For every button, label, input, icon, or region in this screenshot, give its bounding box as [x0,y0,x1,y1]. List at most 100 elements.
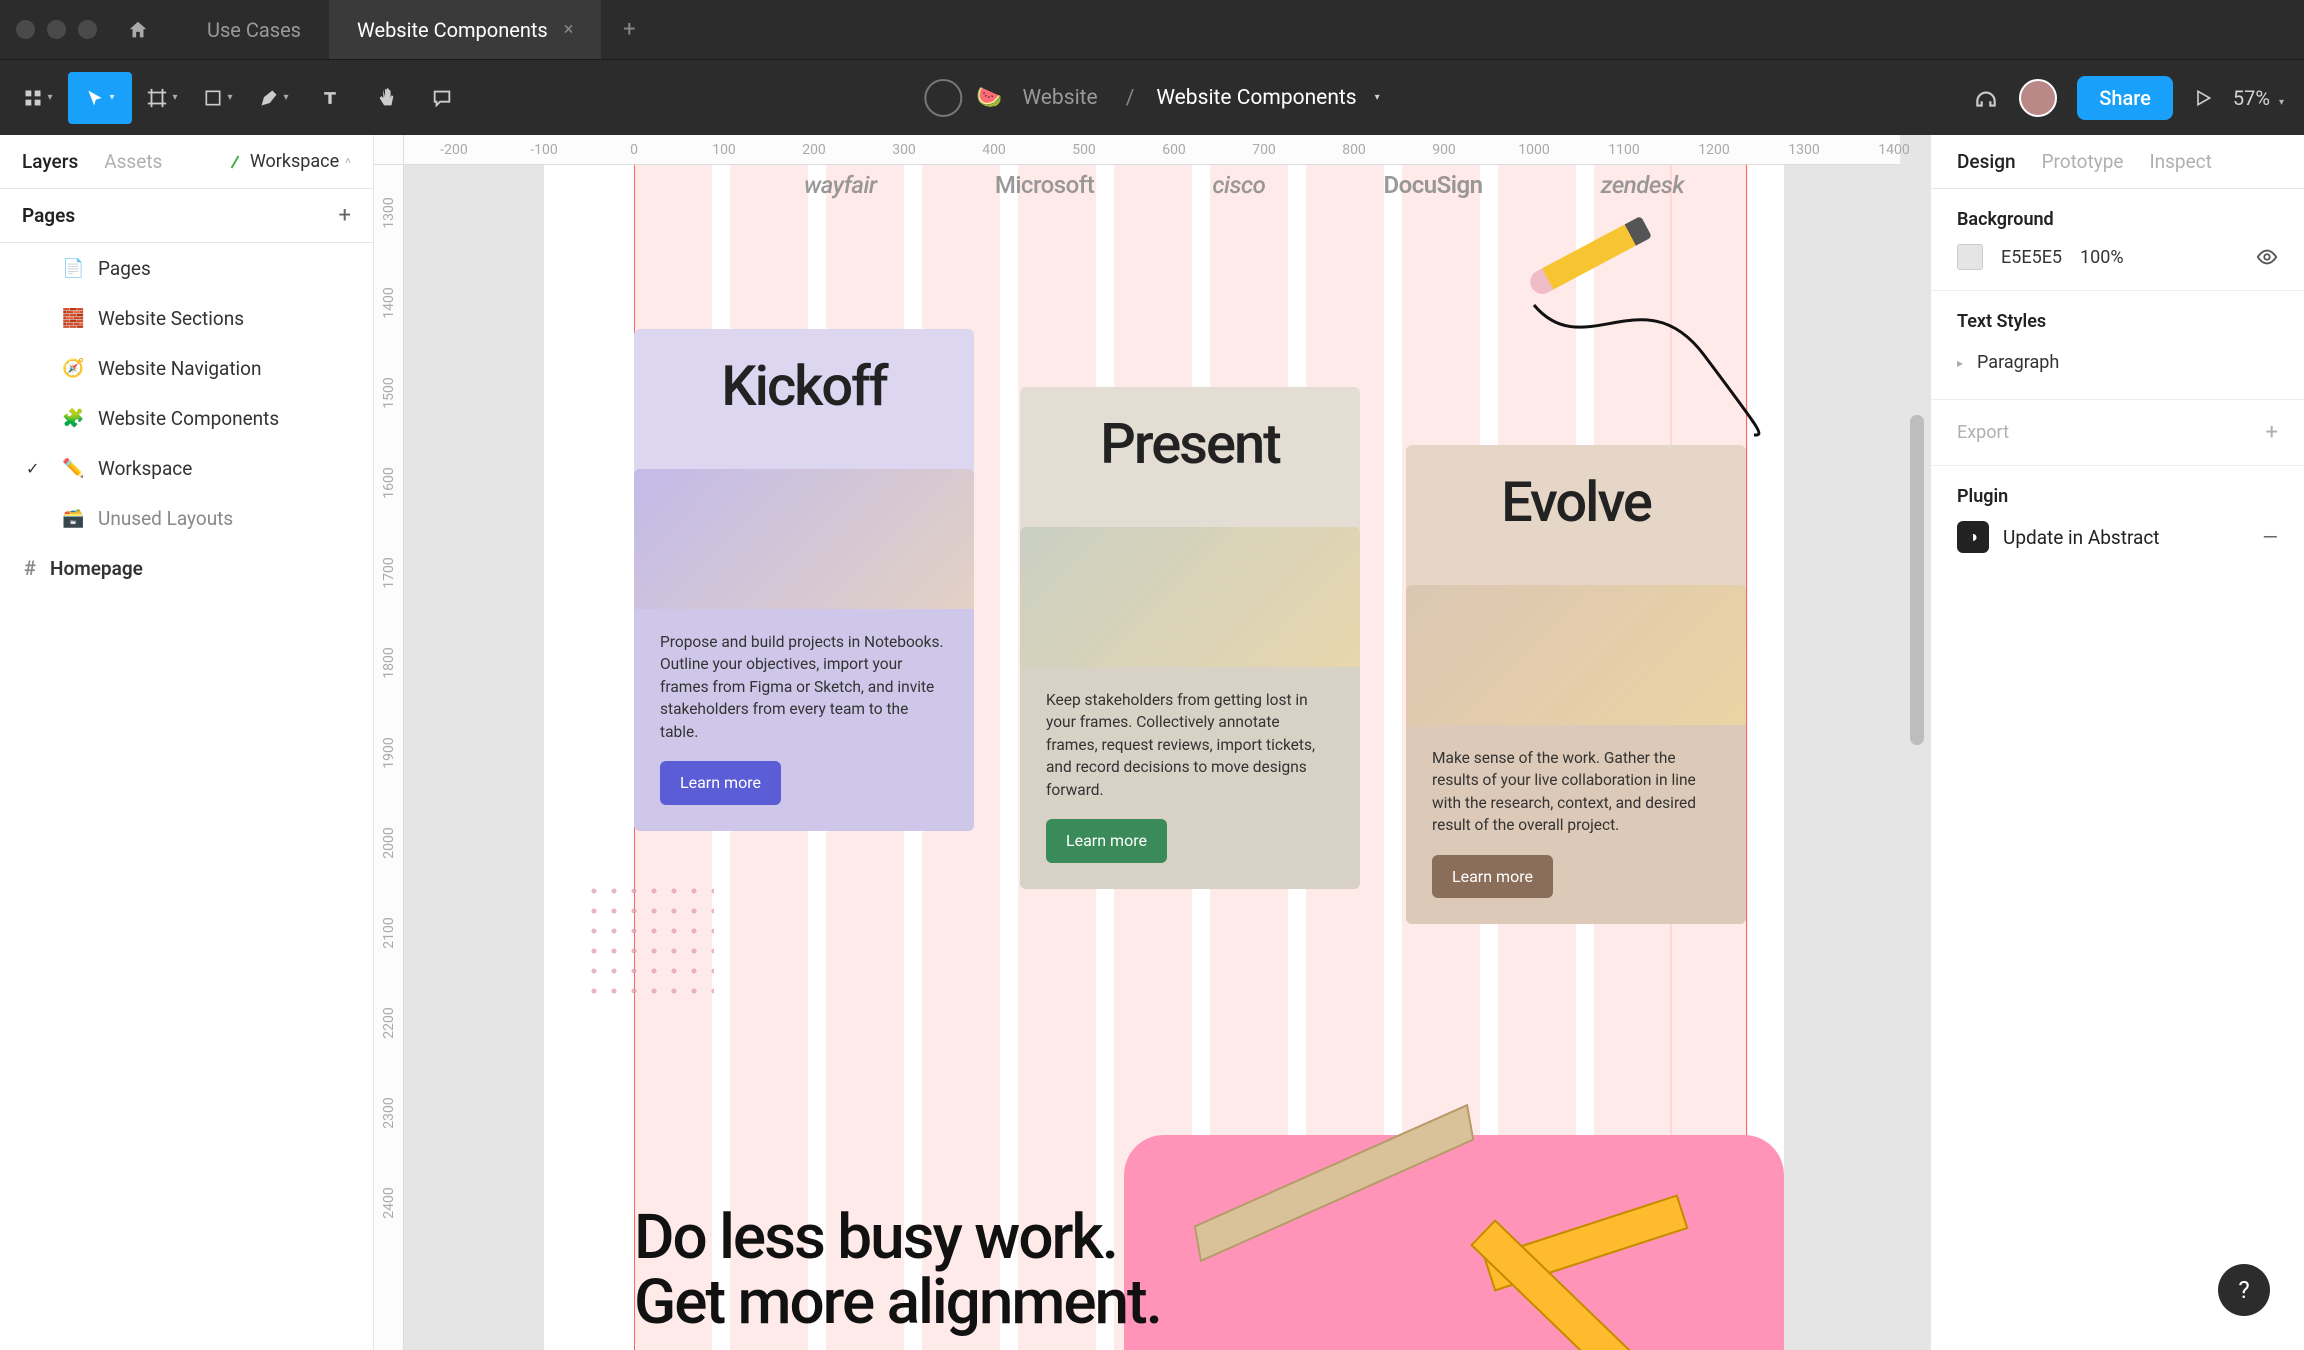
ruler-corner [374,135,404,165]
card-body: Make sense of the work. Gather the resul… [1432,747,1720,837]
logo-docusign: DocuSign [1384,171,1483,199]
titlebar: Use Cases Website Components × + [0,0,2304,59]
chevron-right-icon: ▸ [1957,356,1963,370]
artboard-homepage[interactable]: wayfair Microsoft cisco DocuSign zendesk… [544,165,1784,1350]
chevron-down-icon[interactable]: ▾ [1375,92,1380,103]
canvas[interactable]: -200 -100 0 100 200 300 400 500 600 700 … [374,135,1930,1350]
left-panel: Layers Assets Workspace ˄ Pages + 📄Pages… [0,135,374,1350]
user-avatar[interactable] [2019,79,2057,117]
chevron-down-icon: ▾ [109,92,114,103]
hero-section: Do less busy work. Get more alignment. T… [634,1205,1724,1335]
share-button[interactable]: Share [2077,76,2173,120]
close-icon[interactable]: × [564,19,574,40]
page-item[interactable]: 📄Pages [0,243,373,293]
logo-wayfair: wayfair [804,171,877,199]
breadcrumb: 🍉 Website / Website Components ▾ [924,79,1379,117]
page-item[interactable]: 🗃️Unused Layouts [0,493,373,543]
customer-logos-row: wayfair Microsoft cisco DocuSign zendesk [804,171,1684,199]
learn-more-button[interactable]: Learn more [1046,819,1167,862]
present-icon[interactable] [2193,88,2213,108]
pen-tool[interactable]: ▾ [248,72,300,124]
right-panel: Design Prototype Inspect Background E5E5… [1930,135,2304,1350]
abstract-icon: ◑ [1957,521,1989,553]
tab-website-components[interactable]: Website Components × [329,0,601,59]
plugin-item[interactable]: ◑ Update in Abstract — [1957,521,2278,553]
card-body: Keep stakeholders from getting lost in y… [1046,689,1334,801]
zoom-level[interactable]: 57% ▾ [2233,86,2294,110]
remove-plugin-button[interactable]: — [2262,525,2278,549]
window-controls[interactable] [16,20,97,39]
page-list: 📄Pages 🧱Website Sections 🧭Website Naviga… [0,243,373,593]
page-item[interactable]: 🧱Website Sections [0,293,373,343]
learn-more-button[interactable]: Learn more [1432,855,1553,898]
decoration-line [1524,285,1764,445]
traffic-minimize[interactable] [47,20,66,39]
move-tool[interactable]: ▾ [68,72,132,124]
audio-icon[interactable] [1973,85,1999,111]
visibility-toggle-icon[interactable] [2256,246,2278,268]
background-header: Background [1957,209,2278,230]
page-item-current[interactable]: ✏️Workspace [0,443,373,493]
project-emoji-icon: 🍉 [976,86,1002,110]
pages-header: Pages [22,204,75,227]
shape-tool[interactable]: ▾ [192,72,244,124]
layer-frame-homepage[interactable]: Homepage [0,543,373,593]
card-present[interactable]: Present Keep stakeholders from getting l… [1020,387,1360,889]
traffic-close[interactable] [16,20,35,39]
logo-cisco: cisco [1212,171,1265,199]
breadcrumb-file[interactable]: Website Components [1156,86,1356,110]
comment-tool[interactable] [416,72,468,124]
hero-headline: Do less busy work. Get more alignment. [634,1205,1724,1335]
card-title: Evolve [1501,469,1651,535]
plugin-header: Plugin [1957,486,2278,507]
tab-use-cases[interactable]: Use Cases [179,0,329,59]
chevron-down-icon: ▾ [47,92,52,103]
page-item[interactable]: 🧩Website Components [0,393,373,443]
tab-inspect[interactable]: Inspect [2149,150,2211,173]
decoration-dots [584,881,714,1001]
canvas-scrollbar[interactable] [1910,415,1924,745]
ruler-horizontal: -200 -100 0 100 200 300 400 500 600 700 … [404,135,1900,165]
card-kickoff[interactable]: Kickoff Propose and build projects in No… [634,329,974,831]
background-opacity[interactable]: 100% [2080,247,2124,268]
team-avatar-icon[interactable] [924,79,962,117]
help-button[interactable]: ? [2218,1264,2270,1316]
tab-assets[interactable]: Assets [104,150,162,173]
card-title: Present [1100,411,1280,477]
pencil-slash-icon [230,155,239,168]
tab-label: Website Components [357,18,548,42]
add-page-button[interactable]: + [339,203,351,228]
chevron-up-icon: ˄ [345,156,351,167]
chevron-down-icon: ▾ [172,92,177,103]
breadcrumb-project[interactable]: Website [1022,86,1097,110]
text-styles-header: Text Styles [1957,311,2278,332]
learn-more-button[interactable]: Learn more [660,761,781,804]
tab-design[interactable]: Design [1957,150,2016,173]
tab-layers[interactable]: Layers [22,150,78,173]
chevron-down-icon: ▾ [2279,97,2284,108]
export-header: Export [1957,422,2009,443]
traffic-zoom[interactable] [78,20,97,39]
card-body: Propose and build projects in Notebooks.… [660,631,948,743]
toolbar: ▾ ▾ ▾ ▾ ▾ 🍉 Website / Website Components… [0,59,2304,135]
logo-microsoft: Microsoft [995,171,1094,199]
text-style-item[interactable]: ▸ Paragraph [1957,346,2278,379]
page-selector[interactable]: Workspace ˄ [228,151,351,172]
main-menu-button[interactable]: ▾ [12,72,64,124]
chevron-down-icon: ▾ [283,92,288,103]
frame-tool[interactable]: ▾ [136,72,188,124]
text-tool[interactable] [304,72,356,124]
page-item[interactable]: 🧭Website Navigation [0,343,373,393]
logo-zendesk: zendesk [1601,171,1684,199]
add-export-button[interactable]: + [2266,420,2278,445]
breadcrumb-separator: / [1126,86,1135,110]
background-hex[interactable]: E5E5E5 [2001,247,2062,268]
add-tab-button[interactable]: + [611,12,647,48]
hand-tool[interactable] [360,72,412,124]
card-evolve[interactable]: Evolve Make sense of the work. Gather th… [1406,445,1746,924]
card-title: Kickoff [721,353,886,419]
chevron-down-icon: ▾ [227,92,232,103]
color-swatch[interactable] [1957,244,1983,270]
tab-prototype[interactable]: Prototype [2042,150,2124,173]
home-icon[interactable] [127,19,149,41]
